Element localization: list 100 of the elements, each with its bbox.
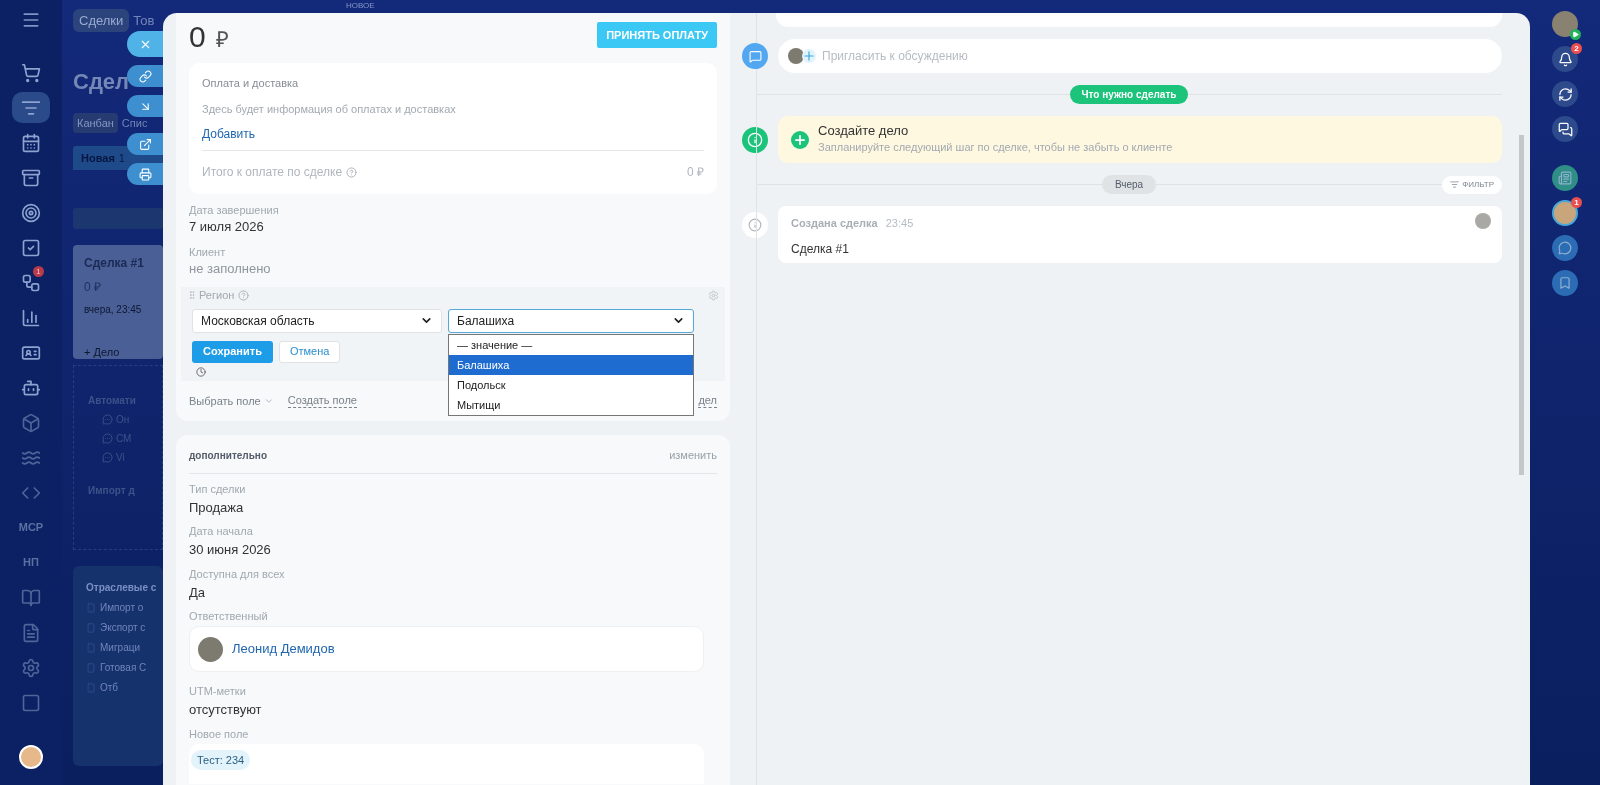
nav-label: НП	[23, 555, 39, 571]
filter-button[interactable]: ФИЛЬТР	[1442, 175, 1502, 194]
cart-icon	[21, 62, 41, 83]
play-status-icon	[1570, 29, 1581, 40]
solution-link[interactable]: Миграци	[100, 640, 140, 655]
avatar	[1475, 213, 1491, 229]
solution-link[interactable]: Экспорт с	[100, 620, 146, 635]
checkbox-icon	[21, 237, 41, 258]
panel-action-button[interactable]	[127, 163, 163, 185]
app-button[interactable]	[1552, 165, 1578, 191]
dropdown-option[interactable]: Подольск	[449, 374, 693, 395]
nav-item[interactable]	[12, 92, 50, 123]
panel-action-button[interactable]	[127, 133, 163, 155]
bar-chart-icon	[21, 307, 41, 328]
currency: ₽	[215, 26, 229, 54]
save-button[interactable]: Сохранить	[192, 340, 273, 363]
calendar-icon	[21, 132, 41, 153]
invite-field[interactable]: Пригласить к обсуждению	[822, 47, 1492, 65]
close-button[interactable]	[127, 31, 163, 57]
add-task-link[interactable]: + Дело	[84, 344, 163, 361]
card-title: Сделка #1	[84, 255, 145, 272]
field-label: Доступна для всех	[189, 566, 286, 581]
city-select[interactable]: Балашиха	[448, 308, 694, 333]
accept-payment-button[interactable]: ПРИНЯТЬ ОПЛАТУ	[597, 22, 717, 48]
menu-icon[interactable]	[21, 10, 41, 30]
industry-title: Отраслевые с	[86, 581, 158, 595]
field-value: Да	[189, 583, 207, 602]
add-link[interactable]: Добавить	[202, 125, 256, 143]
user-avatar[interactable]	[1552, 11, 1578, 37]
scrollbar[interactable]	[1519, 135, 1524, 475]
rail-button[interactable]	[1552, 116, 1578, 142]
drag-handle-icon[interactable]	[187, 289, 197, 302]
card-time: вчера, 23:45	[84, 303, 143, 317]
todo-hint: Запланируйте следующий шаг по сделке, чтобы не забыть о клиенте	[818, 140, 1173, 156]
cube-icon	[21, 412, 41, 433]
tag: Тест: 234	[191, 749, 251, 770]
panel-action-button[interactable]	[127, 95, 163, 117]
nav-item[interactable]: MCP	[12, 512, 50, 543]
rail-button[interactable]	[1552, 81, 1578, 107]
field-label: Регион	[199, 288, 235, 303]
clock-icon	[196, 366, 206, 377]
settings-icon	[21, 657, 41, 678]
edit-link[interactable]: изменить	[669, 447, 717, 464]
field-label: Дата начала	[189, 524, 254, 538]
solution-link[interactable]: Импорт о	[100, 600, 144, 615]
person-link[interactable]: Леонид Демидов	[232, 639, 335, 659]
bell-icon	[1557, 51, 1573, 67]
dropdown-option[interactable]: Мытищи	[449, 394, 693, 415]
event-body: Сделка #1	[791, 240, 850, 258]
avatar	[788, 48, 804, 64]
nav-item[interactable]: НП	[12, 547, 50, 578]
create-field-link[interactable]: Создать поле	[287, 393, 357, 408]
page-title: Сдел	[73, 69, 130, 95]
refresh-icon	[1557, 86, 1573, 102]
todo-card[interactable]: Создайте дело Запланируйте следующий шаг по сделке, чтобы не забыть о клиенте	[778, 116, 1502, 163]
solution-link[interactable]: Отб	[100, 680, 119, 695]
event-title: Создана сделка	[791, 216, 878, 231]
deal-amount: 0	[189, 19, 206, 55]
board-tab[interactable]: Сделки	[73, 8, 130, 32]
panel-action-button[interactable]	[127, 65, 163, 87]
notification-badge: 2	[1571, 43, 1582, 54]
column-name: Новая	[81, 150, 115, 166]
notification-badge: 1	[33, 266, 44, 277]
nav-item[interactable]: 1	[12, 267, 50, 298]
workflow-icon	[21, 272, 41, 293]
section-title: дополнительно	[189, 448, 267, 463]
notification-badge: 1	[1571, 197, 1582, 208]
field-label: Дата завершения	[189, 203, 280, 217]
board-tab[interactable]: Тов	[133, 12, 155, 28]
info-icon	[747, 131, 763, 148]
filter-icon	[1450, 180, 1460, 189]
field-value: не заполнено	[189, 260, 272, 278]
newspaper-icon	[1558, 171, 1572, 185]
user-avatar[interactable]	[1552, 200, 1578, 226]
app-button[interactable]	[1552, 270, 1578, 296]
choose-field-dropdown[interactable]: Выбрать поле	[189, 392, 274, 409]
view-tab[interactable]: Канбан	[73, 113, 118, 133]
view-tab[interactable]: Спис	[121, 117, 148, 129]
dropdown-option[interactable]: — значение —	[449, 334, 693, 355]
message-icon	[1558, 241, 1572, 255]
app-button[interactable]	[1552, 235, 1578, 261]
section-link[interactable]: дел	[698, 393, 717, 408]
field-label: UTM-метки	[189, 684, 247, 698]
todo-title: Создайте дело	[818, 123, 910, 140]
field-value: 7 июля 2026	[189, 218, 265, 236]
event-time: 23:45	[885, 216, 914, 231]
target-icon	[21, 202, 41, 223]
invite-field[interactable]: Пригласить к обсуждению	[778, 39, 1502, 73]
rail-button[interactable]	[1552, 46, 1578, 72]
dropdown-option[interactable]: Балашиха	[449, 354, 693, 375]
solution-link[interactable]: Готовая С	[100, 660, 147, 675]
channel-icon	[102, 452, 113, 463]
link-icon	[139, 69, 152, 83]
archive-icon	[21, 167, 41, 188]
field-label: Новое поле	[189, 726, 250, 741]
cancel-button[interactable]: Отмена	[278, 340, 341, 363]
info-icon	[748, 218, 762, 232]
region-select[interactable]: Московская область	[192, 308, 442, 333]
payments-info: Здесь будет информация об оплатах и доставках	[202, 101, 457, 117]
field-value: 30 июня 2026	[189, 541, 272, 559]
